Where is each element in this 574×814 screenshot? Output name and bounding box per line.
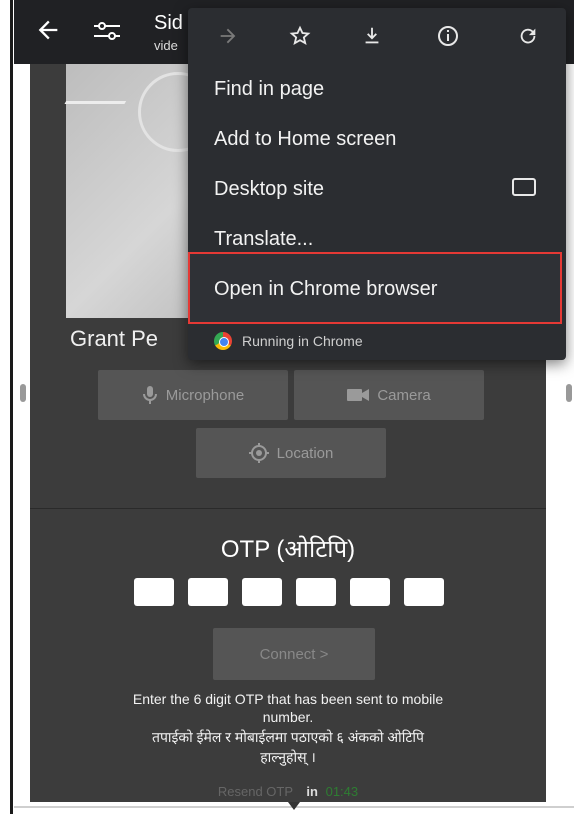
otp-helper-ne-1: तपाईको ईमेल र मोबाईलमा पठाएको ६ अंकको ओट… [151, 729, 424, 745]
menu-item-translate[interactable]: Translate... [214, 228, 313, 251]
tune-icon[interactable] [94, 22, 120, 42]
info-icon[interactable] [434, 22, 462, 50]
otp-digit-input[interactable] [404, 578, 444, 606]
camera-button[interactable]: Camera [294, 370, 484, 420]
otp-title: OTP (ओटिपि) [220, 536, 356, 563]
resend-row: Resend OTP in 01:43 [30, 784, 546, 799]
page-title: Sid [154, 12, 183, 34]
otp-digit-input[interactable] [350, 578, 390, 606]
menu-item-desktop-site[interactable]: Desktop site [214, 178, 324, 201]
otp-helper-en-2: number. [262, 709, 314, 725]
otp-digit-input[interactable] [242, 578, 282, 606]
menu-item-add-to-home[interactable]: Add to Home screen [214, 128, 396, 151]
chrome-logo-icon [214, 332, 232, 350]
right-scroll-handle [566, 384, 572, 402]
page-subtitle: vide [154, 38, 178, 53]
screen: Sid vide Grant Pe Microphone Camera Loca… [0, 0, 574, 814]
microphone-label: Microphone [165, 386, 245, 404]
camera-label: Camera [377, 386, 431, 404]
participant-name: Grant Pe [70, 326, 159, 351]
otp-helper-ne-2: हाल्नुहोस् । [260, 749, 316, 765]
camera-icon [347, 389, 370, 401]
forward-arrow-icon[interactable] [214, 22, 242, 50]
scroll-down-indicator-icon [288, 802, 300, 810]
connect-button[interactable]: Connect > [213, 628, 375, 680]
star-icon[interactable] [286, 22, 314, 50]
microphone-button[interactable]: Microphone [98, 370, 288, 420]
section-divider [30, 508, 546, 509]
otp-digit-input[interactable] [188, 578, 228, 606]
otp-input-group [134, 578, 444, 606]
resend-in-label: in [306, 784, 318, 799]
location-label: Location [276, 444, 334, 462]
running-in-chrome-label: Running in Chrome [242, 333, 363, 349]
resend-otp-link[interactable]: Resend OTP [218, 784, 293, 799]
resend-timer: 01:43 [325, 784, 359, 799]
arrow-left-icon[interactable] [34, 16, 64, 46]
desktop-site-checkbox[interactable] [512, 178, 536, 196]
location-icon [248, 443, 269, 463]
download-icon[interactable] [358, 22, 386, 50]
otp-helper-en-1: Enter the 6 digit OTP that has been sent… [132, 691, 444, 707]
menu-item-find-in-page[interactable]: Find in page [214, 78, 324, 101]
otp-digit-input[interactable] [296, 578, 336, 606]
menu-icon-row [188, 8, 566, 64]
refresh-icon[interactable] [514, 22, 542, 50]
otp-digit-input[interactable] [134, 578, 174, 606]
left-scroll-handle [20, 384, 26, 402]
left-edge [0, 0, 14, 814]
location-button[interactable]: Location [196, 428, 386, 478]
overflow-menu: Find in page Add to Home screen Desktop … [188, 8, 566, 360]
running-in-chrome-row: Running in Chrome [214, 332, 363, 350]
microphone-icon [142, 386, 157, 404]
menu-item-open-in-chrome[interactable]: Open in Chrome browser [214, 278, 437, 301]
